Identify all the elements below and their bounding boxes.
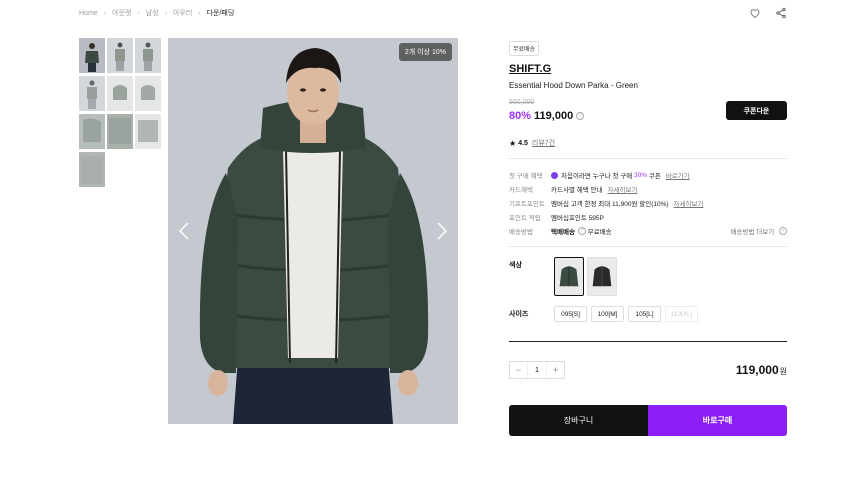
brand-link[interactable]: SHIFT.G	[509, 63, 787, 75]
first-text-pct: 30%	[634, 171, 648, 179]
thumbnail-8[interactable]	[107, 114, 133, 149]
card-detail-link[interactable]: 자세히보기	[607, 184, 637, 194]
size-buttons: 095[S] 100[M] 105[L] 110[XL]	[554, 306, 698, 322]
color-swatches	[554, 257, 617, 296]
point-text: 멤버십포인트 595P	[551, 215, 604, 222]
color-swatch-green[interactable]	[554, 257, 584, 296]
buy-now-button[interactable]: 바로구매	[648, 405, 787, 436]
thumbnail-7[interactable]	[79, 114, 105, 149]
quantity-stepper: − 1 +	[509, 361, 565, 379]
quantity-row: − 1 + 119,000원	[509, 361, 787, 379]
first-text-a: 처음이라면 누구나 첫 구매	[561, 173, 633, 180]
breadcrumb-home[interactable]: Home	[79, 10, 98, 17]
benefit-card: 카드혜택 카드사별 혜택 안내 자세히보기	[509, 182, 787, 196]
coupon-download-button[interactable]: 쿠폰다운	[726, 101, 787, 120]
info-icon[interactable]: ?	[577, 227, 586, 235]
first-text-b: 쿠폰	[648, 173, 661, 180]
review-count-link[interactable]: 리뷰7건	[532, 138, 555, 148]
card-text: 카드사별 혜택 안내	[551, 187, 603, 194]
gift-detail-link[interactable]: 자세히보기	[674, 198, 704, 208]
benefit-first-purchase: 첫 구매 혜택 처음이라면 누구나 첫 구매 30% 쿠폰 바로가기	[509, 168, 787, 182]
chevron-circle-icon: ›	[779, 227, 787, 235]
benefit-gift-point: 기프트포인트 멤버십 고객 한정 최대 11,900원 할인(10%) 자세히보…	[509, 196, 787, 210]
add-to-cart-button[interactable]: 장바구니	[509, 405, 648, 436]
thumbnail-1[interactable]	[79, 38, 105, 73]
divider	[509, 158, 787, 159]
chevron-right-icon: ›	[198, 9, 201, 17]
currency-unit: 원	[779, 367, 787, 376]
info-icon[interactable]: ?	[576, 112, 585, 120]
benefit-label: 카드혜택	[509, 187, 533, 194]
chevron-right-icon: ›	[137, 9, 140, 17]
quantity-plus-button[interactable]: +	[547, 362, 564, 378]
share-icon[interactable]	[775, 7, 787, 19]
benefit-delivery: 배송방법 택배배송 ? 무료배송 배송방법 더보기 ›	[509, 224, 787, 238]
chevron-right-icon: ›	[103, 9, 107, 17]
thumbnail-3[interactable]	[135, 38, 161, 73]
price-row: 80% 119,000 ? 쿠폰다운	[509, 101, 787, 124]
product-info-panel: 무료배송 SHIFT.G Essential Hood Down Parka -…	[509, 38, 787, 436]
coupon-icon	[551, 171, 558, 179]
benefit-value: 멤버십 고객 한정 최대 11,900원 할인(10%) 자세히보기	[551, 198, 703, 208]
color-option-row: 색상	[509, 257, 787, 296]
benefit-value: 택배배송 ? 무료배송	[551, 226, 612, 236]
breadcrumb: Home › 아웃렛 › 남성 › 아우터 › 다운/패딩	[79, 8, 234, 18]
breadcrumb-men[interactable]: 남성	[146, 8, 159, 18]
delivery-free: 무료배송	[587, 229, 612, 236]
heart-icon[interactable]	[749, 7, 761, 19]
thumbnail-2[interactable]	[107, 38, 133, 73]
benefit-point: 포인트 적립 멤버십포인트 595P	[509, 210, 787, 224]
divider	[509, 341, 787, 342]
thumbnail-gallery	[79, 38, 161, 187]
gift-text: 멤버십 고객 한정 최대 11,900원 할인(10%)	[551, 201, 669, 208]
rating: ★ 4.5 리뷰7건	[509, 138, 787, 148]
size-label: 사이즈	[509, 311, 529, 318]
size-option-row: 사이즈 095[S] 100[M] 105[L] 110[XL]	[509, 306, 787, 322]
quantity-value[interactable]: 1	[527, 362, 547, 378]
free-shipping-tag: 무료배송	[509, 41, 540, 56]
chevron-left-icon[interactable]	[178, 221, 190, 241]
breadcrumb-down-padding[interactable]: 다운/패딩	[207, 8, 235, 18]
quantity-minus-button[interactable]: −	[510, 362, 527, 378]
delivery-more-link[interactable]: 배송방법 더보기 ›	[731, 226, 787, 236]
color-swatch-black[interactable]	[587, 257, 617, 296]
product-name: Essential Hood Down Parka - Green	[509, 81, 638, 90]
divider	[509, 246, 787, 247]
size-button-100[interactable]: 100[M]	[591, 306, 624, 322]
main-product-image: 2개 이상 10%	[168, 38, 458, 424]
breadcrumb-outer[interactable]: 아우터	[173, 8, 192, 18]
benefit-value: 처음이라면 누구나 첫 구매 30% 쿠폰 바로가기	[551, 170, 690, 180]
size-button-095[interactable]: 095[S]	[554, 306, 587, 322]
benefit-label: 포인트 적립	[509, 215, 541, 222]
first-purchase-link[interactable]: 바로가기	[666, 170, 690, 180]
delivery-method: 택배배송	[551, 229, 575, 236]
thumbnail-10[interactable]	[79, 152, 105, 187]
chevron-right-icon: ›	[164, 9, 167, 17]
total-price: 119,000원	[736, 363, 787, 377]
size-button-110[interactable]: 110[XL]	[665, 306, 698, 322]
chevron-right-icon[interactable]	[436, 221, 448, 241]
sale-price: 119,000	[534, 110, 574, 122]
benefit-label: 배송방법	[509, 229, 533, 236]
thumbnail-9[interactable]	[135, 114, 161, 149]
thumbnail-6[interactable]	[135, 76, 161, 111]
discount-rate: 80%	[509, 110, 532, 122]
breadcrumb-outlet[interactable]: 아웃렛	[112, 8, 131, 18]
product-photo	[168, 38, 458, 424]
color-label: 색상	[509, 262, 522, 269]
thumbnail-4[interactable]	[79, 76, 105, 111]
benefit-label: 기프트포인트	[509, 201, 545, 208]
thumbnail-5[interactable]	[107, 76, 133, 111]
rating-score: 4.5	[518, 139, 528, 147]
star-icon: ★	[509, 138, 517, 148]
total-amount: 119,000	[735, 363, 779, 377]
purchase-buttons: 장바구니 바로구매	[509, 405, 787, 436]
benefit-value: 카드사별 혜택 안내 자세히보기	[551, 184, 637, 194]
benefits-list: 첫 구매 혜택 처음이라면 누구나 첫 구매 30% 쿠폰 바로가기 카드혜택 …	[509, 168, 787, 238]
benefit-label: 첫 구매 혜택	[509, 173, 543, 180]
size-button-105[interactable]: 105[L]	[628, 306, 661, 322]
top-actions	[749, 7, 787, 19]
promo-badge: 2개 이상 10%	[398, 43, 452, 61]
delivery-more-label: 배송방법 더보기	[730, 229, 775, 236]
